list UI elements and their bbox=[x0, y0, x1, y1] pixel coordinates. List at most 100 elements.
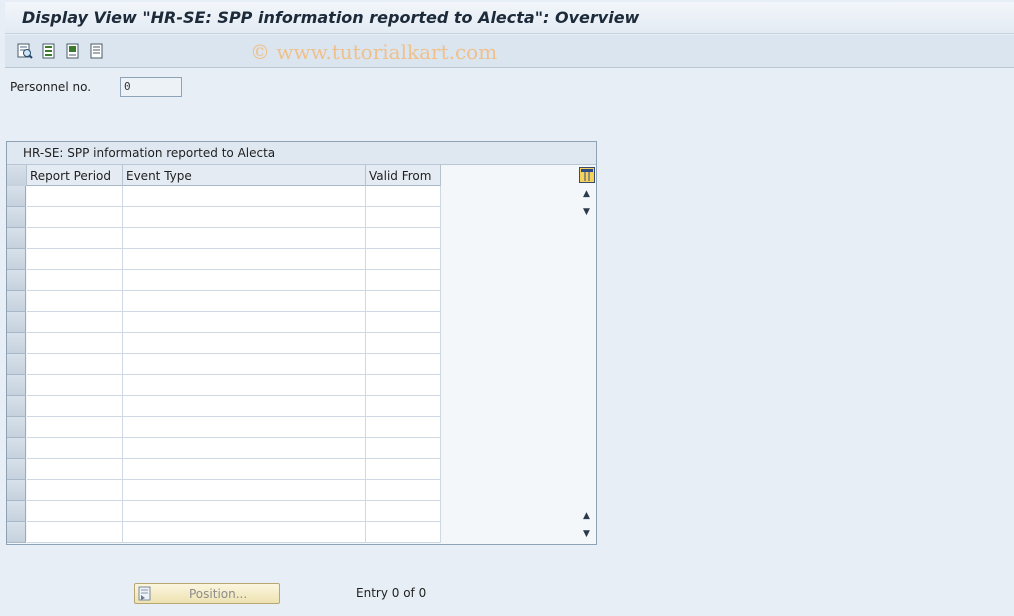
table-cell[interactable] bbox=[366, 438, 441, 459]
table-row bbox=[7, 480, 441, 501]
table-cell[interactable] bbox=[366, 207, 441, 228]
table-cell[interactable] bbox=[123, 270, 366, 291]
deselect-all-icon[interactable] bbox=[88, 42, 106, 60]
table-cell[interactable] bbox=[123, 228, 366, 249]
table-cell[interactable] bbox=[27, 312, 123, 333]
table-cell[interactable] bbox=[27, 501, 123, 522]
table-cell[interactable] bbox=[366, 354, 441, 375]
table-cell[interactable] bbox=[123, 207, 366, 228]
table-cell[interactable] bbox=[27, 291, 123, 312]
column-configuration-icon[interactable] bbox=[579, 167, 595, 183]
table-cell[interactable] bbox=[27, 459, 123, 480]
details-icon[interactable] bbox=[16, 42, 34, 60]
table-row bbox=[7, 186, 441, 207]
table-cell[interactable] bbox=[27, 438, 123, 459]
table-cell[interactable] bbox=[123, 186, 366, 207]
table-cell[interactable] bbox=[123, 375, 366, 396]
table-row bbox=[7, 291, 441, 312]
table-row bbox=[7, 228, 441, 249]
table-row bbox=[7, 312, 441, 333]
table-cell[interactable] bbox=[366, 291, 441, 312]
table-cell[interactable] bbox=[27, 270, 123, 291]
table-cell[interactable] bbox=[27, 186, 123, 207]
table-cell[interactable] bbox=[123, 417, 366, 438]
column-header-report-period[interactable]: Report Period bbox=[27, 165, 123, 186]
table-cell[interactable] bbox=[27, 375, 123, 396]
table-cell[interactable] bbox=[27, 333, 123, 354]
row-selector[interactable] bbox=[7, 501, 26, 522]
row-selector[interactable] bbox=[7, 417, 26, 438]
table-row bbox=[7, 501, 441, 522]
scroll-up-icon[interactable]: ▲ bbox=[579, 187, 594, 201]
row-selector[interactable] bbox=[7, 396, 26, 417]
row-selector[interactable] bbox=[7, 291, 26, 312]
table-row bbox=[7, 333, 441, 354]
select-block-icon[interactable] bbox=[64, 42, 82, 60]
table-cell[interactable] bbox=[366, 312, 441, 333]
table-cell[interactable] bbox=[366, 396, 441, 417]
page-title: Display View "HR-SE: SPP information rep… bbox=[22, 8, 640, 27]
row-selector[interactable] bbox=[7, 207, 26, 228]
row-selector[interactable] bbox=[7, 522, 26, 543]
row-selector[interactable] bbox=[7, 354, 26, 375]
table-cell[interactable] bbox=[366, 522, 441, 543]
title-bar: Display View "HR-SE: SPP information rep… bbox=[5, 2, 1014, 34]
row-selector[interactable] bbox=[7, 249, 26, 270]
row-selector[interactable] bbox=[7, 186, 26, 207]
row-selector[interactable] bbox=[7, 375, 26, 396]
table-cell[interactable] bbox=[366, 270, 441, 291]
column-header-event-type[interactable]: Event Type bbox=[123, 165, 366, 186]
scroll-page-down-icon[interactable]: ▼ bbox=[579, 527, 594, 541]
table-cell[interactable] bbox=[27, 522, 123, 543]
table-cell[interactable] bbox=[27, 417, 123, 438]
table-cell[interactable] bbox=[123, 501, 366, 522]
table-cell[interactable] bbox=[366, 186, 441, 207]
row-selector[interactable] bbox=[7, 312, 26, 333]
application-toolbar: © www.tutorialkart.com bbox=[5, 35, 1014, 68]
table-row bbox=[7, 354, 441, 375]
table-cell[interactable] bbox=[123, 459, 366, 480]
column-header-valid-from[interactable]: Valid From bbox=[366, 165, 441, 186]
row-selector[interactable] bbox=[7, 228, 26, 249]
row-selector[interactable] bbox=[7, 459, 26, 480]
table-cell[interactable] bbox=[27, 228, 123, 249]
table-title: HR-SE: SPP information reported to Alect… bbox=[7, 142, 596, 165]
table-cell[interactable] bbox=[123, 249, 366, 270]
table-cell[interactable] bbox=[123, 396, 366, 417]
table-cell[interactable] bbox=[123, 312, 366, 333]
table-cell[interactable] bbox=[366, 417, 441, 438]
select-all-rows-button[interactable] bbox=[7, 165, 27, 186]
personnel-number-label: Personnel no. bbox=[10, 80, 92, 94]
row-selector[interactable] bbox=[7, 270, 26, 291]
table-row bbox=[7, 270, 441, 291]
row-selector[interactable] bbox=[7, 438, 26, 459]
table-cell[interactable] bbox=[123, 291, 366, 312]
row-selector[interactable] bbox=[7, 480, 26, 501]
scroll-down-icon[interactable]: ▼ bbox=[579, 205, 594, 219]
table-cell[interactable] bbox=[366, 459, 441, 480]
scroll-page-up-icon[interactable]: ▲ bbox=[579, 509, 594, 523]
table-cell[interactable] bbox=[123, 480, 366, 501]
table-cell[interactable] bbox=[27, 396, 123, 417]
table-cell[interactable] bbox=[366, 480, 441, 501]
table-cell[interactable] bbox=[366, 375, 441, 396]
table-cell[interactable] bbox=[123, 333, 366, 354]
table-cell[interactable] bbox=[123, 354, 366, 375]
table-cell[interactable] bbox=[123, 522, 366, 543]
table-cell[interactable] bbox=[366, 228, 441, 249]
table-cell[interactable] bbox=[366, 249, 441, 270]
personnel-number-field[interactable]: 0 bbox=[120, 77, 182, 97]
table-cell[interactable] bbox=[27, 354, 123, 375]
table-cell[interactable] bbox=[27, 249, 123, 270]
table-cell[interactable] bbox=[123, 438, 366, 459]
vertical-scrollbar[interactable]: ▲ ▼ ▲ ▼ bbox=[577, 165, 596, 543]
table-cell[interactable] bbox=[366, 333, 441, 354]
table-row bbox=[7, 459, 441, 480]
table-cell[interactable] bbox=[27, 207, 123, 228]
select-all-icon[interactable] bbox=[40, 42, 58, 60]
table-cell[interactable] bbox=[366, 501, 441, 522]
table-row bbox=[7, 417, 441, 438]
table-cell[interactable] bbox=[27, 480, 123, 501]
position-button[interactable]: Position... bbox=[134, 583, 280, 604]
row-selector[interactable] bbox=[7, 333, 26, 354]
